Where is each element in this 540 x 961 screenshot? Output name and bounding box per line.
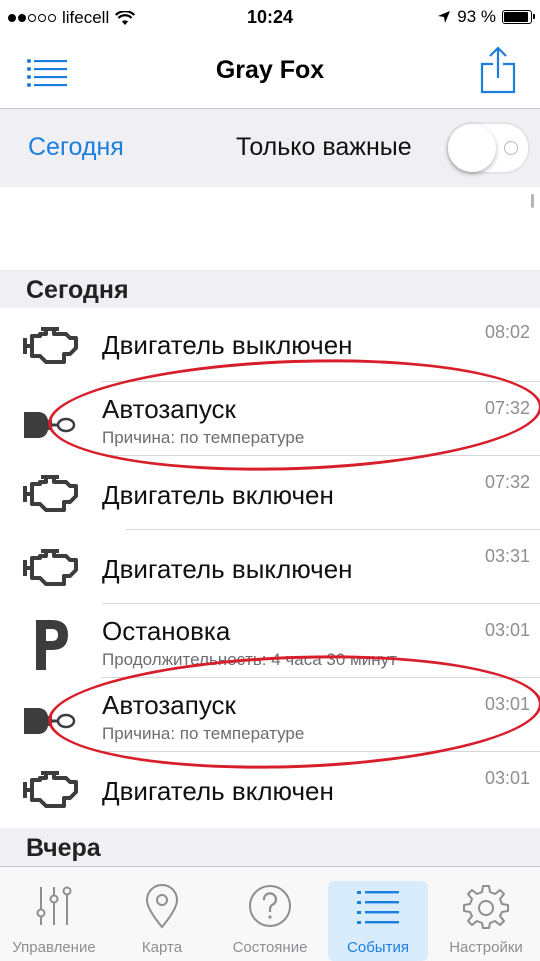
tab-label: Настройки (449, 939, 523, 956)
tab-label: События (347, 939, 409, 956)
event-row[interactable]: Двигатель включен 03:01 (0, 752, 540, 826)
event-time: 03:01 (484, 694, 530, 714)
important-only-label: Только важные (236, 133, 412, 161)
event-title: Автозапуск (102, 690, 236, 720)
autostart-key-icon (24, 708, 76, 734)
event-title: Автозапуск (102, 394, 236, 424)
today-filter-link[interactable]: Сегодня (28, 133, 124, 162)
event-subtitle: Причина: по температуре (102, 724, 305, 743)
page-title: Gray Fox (215, 56, 325, 84)
section-header-today: Сегодня (0, 270, 540, 308)
event-title: Двигатель выключен (102, 330, 353, 360)
gear-icon (463, 885, 509, 929)
event-subtitle: Причина: по температуре (102, 428, 305, 447)
event-title: Двигатель включен (102, 776, 334, 806)
tab-map[interactable]: Карта (108, 867, 216, 961)
event-row[interactable]: Автозапуск Причина: по температуре 03:01 (0, 678, 540, 752)
event-time: 07:32 (484, 398, 530, 418)
engine-icon (23, 771, 78, 808)
sliders-icon (36, 886, 72, 925)
event-time: 07:32 (484, 472, 530, 492)
toggle-knob[interactable] (448, 124, 496, 172)
event-row[interactable]: Остановка Продолжительность: 4 часа 30 м… (0, 604, 540, 678)
parking-icon (36, 620, 68, 670)
question-icon (249, 885, 291, 927)
event-title: Двигатель выключен (102, 554, 353, 584)
tab-events[interactable]: События (328, 881, 428, 961)
event-time: 03:01 (484, 620, 530, 640)
scroll-indicator[interactable] (531, 194, 534, 208)
engine-icon (23, 475, 78, 512)
map-pin-icon (145, 884, 179, 929)
tab-status[interactable]: Состояние (216, 867, 324, 961)
tab-label: Карта (141, 939, 183, 956)
section-title: Вчера (26, 834, 101, 862)
event-time: 03:31 (484, 546, 530, 566)
engine-icon (23, 549, 78, 586)
share-icon[interactable] (480, 46, 516, 94)
event-title: Остановка (102, 616, 231, 646)
battery-percent: 93 % (457, 7, 496, 26)
status-right: 93 % (437, 7, 535, 27)
event-row[interactable]: Автозапуск Причина: по температуре 07:32 (0, 382, 540, 456)
event-row[interactable]: Двигатель выключен 03:31 (0, 530, 540, 604)
battery-icon (502, 10, 535, 24)
toggle-off-indicator (504, 141, 518, 155)
navigation-bar: Gray Fox (0, 36, 540, 109)
status-bar: lifecell 10:24 93 % (0, 0, 540, 36)
tab-label: Состояние (232, 939, 308, 956)
tab-control[interactable]: Управление (0, 867, 108, 961)
tab-label: Управление (12, 939, 96, 956)
event-time: 08:02 (484, 322, 530, 342)
section-title: Сегодня (26, 276, 129, 304)
tab-settings[interactable]: Настройки (432, 867, 540, 961)
important-only-toggle[interactable] (446, 122, 530, 174)
tab-bar: Управление Карта Состояние События Настр… (0, 866, 540, 961)
event-row[interactable]: Двигатель выключен 08:02 (0, 308, 540, 382)
event-title: Двигатель включен (102, 480, 334, 510)
engine-icon (23, 327, 78, 364)
event-row[interactable]: Двигатель включен 07:32 (0, 456, 540, 530)
section-header-yesterday: Вчера (0, 828, 540, 866)
location-arrow-icon (438, 11, 451, 23)
autostart-key-icon (24, 412, 76, 438)
event-time: 03:01 (484, 768, 530, 788)
events-list-icon (357, 891, 399, 924)
event-subtitle: Продолжительность: 4 часа 30 минут (102, 650, 397, 669)
